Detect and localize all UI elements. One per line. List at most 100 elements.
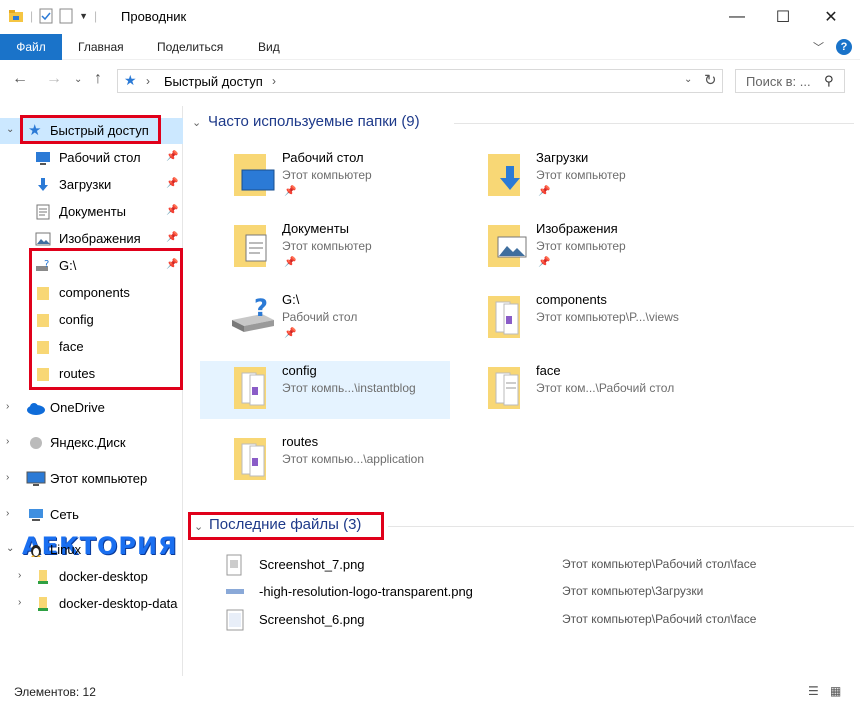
cloud-icon [27, 403, 45, 415]
pin-icon[interactable]: 📌 [284, 186, 296, 197]
sidebar-item-downloads[interactable]: Загрузки 📌 [0, 172, 183, 198]
search-input[interactable]: Поиск в: ... ⚲ [735, 69, 845, 93]
navigation-bar: ← → ⌄ ↑ ★ › Быстрый доступ › ⌄ ↻ Поиск в… [0, 62, 860, 98]
folder-tile-components[interactable]: components Этот компьютер\P...\views [454, 290, 704, 348]
image-file-icon [226, 589, 244, 594]
folder-tile-face[interactable]: face Этот ком...\Рабочий стол [454, 361, 704, 419]
chevron-right-icon[interactable]: › [6, 472, 9, 483]
tab-share[interactable]: Поделиться [145, 34, 235, 60]
desktop-folder-icon [234, 154, 275, 196]
drive-folder-icon [38, 597, 48, 611]
maximize-button[interactable]: ☐ [760, 0, 806, 34]
highlight-box [20, 115, 161, 144]
tab-home[interactable]: Главная [66, 34, 136, 60]
yandex-disk-icon [30, 437, 42, 449]
folder-icon [234, 367, 266, 409]
sidebar-item-linux[interactable]: ⌄ Linux [0, 537, 183, 563]
chevron-down-icon[interactable]: ⌄ [194, 520, 203, 533]
tab-file[interactable]: Файл [0, 34, 62, 60]
chevron-right-icon[interactable]: › [18, 597, 21, 608]
tab-view[interactable]: Вид [246, 34, 292, 60]
drive-icon: ? [232, 294, 274, 332]
sidebar-item-documents[interactable]: Документы 📌 [0, 199, 183, 225]
recent-locations-icon[interactable]: ⌄ [74, 74, 82, 85]
star-icon: ★ [124, 72, 137, 88]
downloads-icon [38, 178, 48, 191]
breadcrumb-chevron-icon[interactable]: › [272, 74, 276, 88]
ribbon-expand-icon[interactable]: ﹀ [813, 39, 824, 55]
folder-tile-routes[interactable]: routes Этот компью...\application [200, 432, 450, 490]
properties-icon[interactable] [39, 8, 53, 24]
window-title: Проводник [121, 9, 187, 24]
pin-icon[interactable]: 📌 [166, 205, 178, 216]
chevron-down-icon[interactable]: ⌄ [6, 543, 14, 554]
linux-icon [31, 545, 41, 557]
pictures-icon [35, 232, 51, 246]
sidebar-item-docker-desktop[interactable]: › docker-desktop [0, 564, 183, 590]
pictures-folder-icon [488, 225, 527, 267]
sidebar-item-docker-desktop-data[interactable]: › docker-desktop-data [0, 591, 183, 617]
tiles-view-icon[interactable]: ▦ [830, 684, 841, 698]
chevron-right-icon[interactable]: › [18, 570, 21, 581]
close-button[interactable]: ✕ [808, 0, 854, 34]
sidebar-item-onedrive[interactable]: › OneDrive [0, 395, 183, 421]
pin-icon[interactable]: 📌 [284, 328, 296, 339]
search-icon[interactable]: ⚲ [824, 73, 834, 89]
chevron-right-icon[interactable]: › [6, 401, 9, 412]
pin-icon[interactable]: 📌 [166, 178, 178, 189]
network-icon [29, 509, 43, 521]
help-icon[interactable]: ? [836, 39, 852, 55]
folder-icon [488, 367, 520, 409]
image-file-icon [226, 554, 242, 576]
forward-arrow-icon[interactable]: → [46, 70, 62, 88]
folder-tile-downloads[interactable]: Загрузки Этот компьютер 📌 [454, 148, 704, 206]
address-bar[interactable]: ★ › Быстрый доступ › ⌄ ↻ [117, 69, 723, 93]
desktop-icon [36, 152, 50, 165]
chevron-down-icon[interactable]: ⌄ [192, 116, 201, 129]
quick-access-toolbar: | ▼ | [8, 8, 97, 24]
chevron-right-icon[interactable]: › [6, 508, 9, 519]
breadcrumb-quick-access[interactable]: Быстрый доступ [164, 74, 263, 89]
content-pane: ⌄ Часто используемые папки (9) Рабочий с… [184, 106, 860, 676]
address-dropdown-icon[interactable]: ⌄ [684, 74, 692, 85]
back-arrow-icon[interactable]: ← [12, 70, 28, 88]
folder-tile-documents[interactable]: Документы Этот компьютер 📌 [200, 219, 450, 277]
folder-tile-config[interactable]: config Этот компь...\instantblog [200, 361, 450, 419]
title-bar: | ▼ | Проводник — ☐ ✕ [0, 0, 860, 34]
sidebar-item-yandex-disk[interactable]: › Яндекс.Диск [0, 430, 183, 456]
sidebar-item-this-pc[interactable]: › Этот компьютер [0, 466, 183, 492]
section-title-recent[interactable]: Последние файлы (3) [209, 516, 361, 533]
folder-app-icon [9, 10, 23, 22]
pin-icon[interactable]: 📌 [166, 151, 178, 162]
up-arrow-icon[interactable]: ↑ [94, 70, 102, 88]
folder-tile-desktop[interactable]: Рабочий стол Этот компьютер 📌 [200, 148, 450, 206]
pin-icon[interactable]: 📌 [166, 232, 178, 243]
details-view-icon[interactable]: ☰ [808, 684, 819, 698]
pin-icon[interactable]: 📌 [284, 257, 296, 268]
folder-icon [234, 438, 266, 480]
folder-icon [488, 296, 520, 338]
sidebar-item-network[interactable]: › Сеть [0, 502, 183, 528]
breadcrumb-chevron-icon[interactable]: › [146, 74, 150, 88]
chevron-down-icon[interactable]: ⌄ [6, 124, 14, 135]
section-title-frequent[interactable]: Часто используемые папки (9) [208, 113, 420, 130]
highlight-box [29, 248, 183, 390]
downloads-folder-icon [488, 154, 520, 196]
sidebar-item-desktop[interactable]: Рабочий стол 📌 [0, 145, 183, 171]
folder-tile-drive-g[interactable]: ? G:\ Рабочий стол 📌 [200, 290, 450, 348]
computer-icon [26, 471, 46, 486]
minimize-button[interactable]: — [714, 0, 760, 34]
item-count: Элементов: 12 [14, 685, 96, 699]
new-folder-icon[interactable] [59, 8, 73, 24]
pin-icon[interactable]: 📌 [538, 186, 550, 197]
refresh-icon[interactable]: ↻ [704, 71, 717, 89]
recent-file-row[interactable]: Screenshot_6.png Этот компьютер\Рабочий … [184, 607, 860, 633]
divider [388, 526, 854, 527]
folder-tile-pictures[interactable]: Изображения Этот компьютер 📌 [454, 219, 704, 277]
pin-icon[interactable]: 📌 [538, 257, 550, 268]
chevron-right-icon[interactable]: › [6, 436, 9, 447]
recent-file-row[interactable]: Screenshot_7.png Этот компьютер\Рабочий … [184, 552, 860, 578]
toolbar-dropdown-icon[interactable]: ▼ [79, 11, 88, 21]
documents-folder-icon [234, 225, 267, 267]
recent-file-row[interactable]: -high-resolution-logo-transparent.png Эт… [184, 579, 860, 605]
